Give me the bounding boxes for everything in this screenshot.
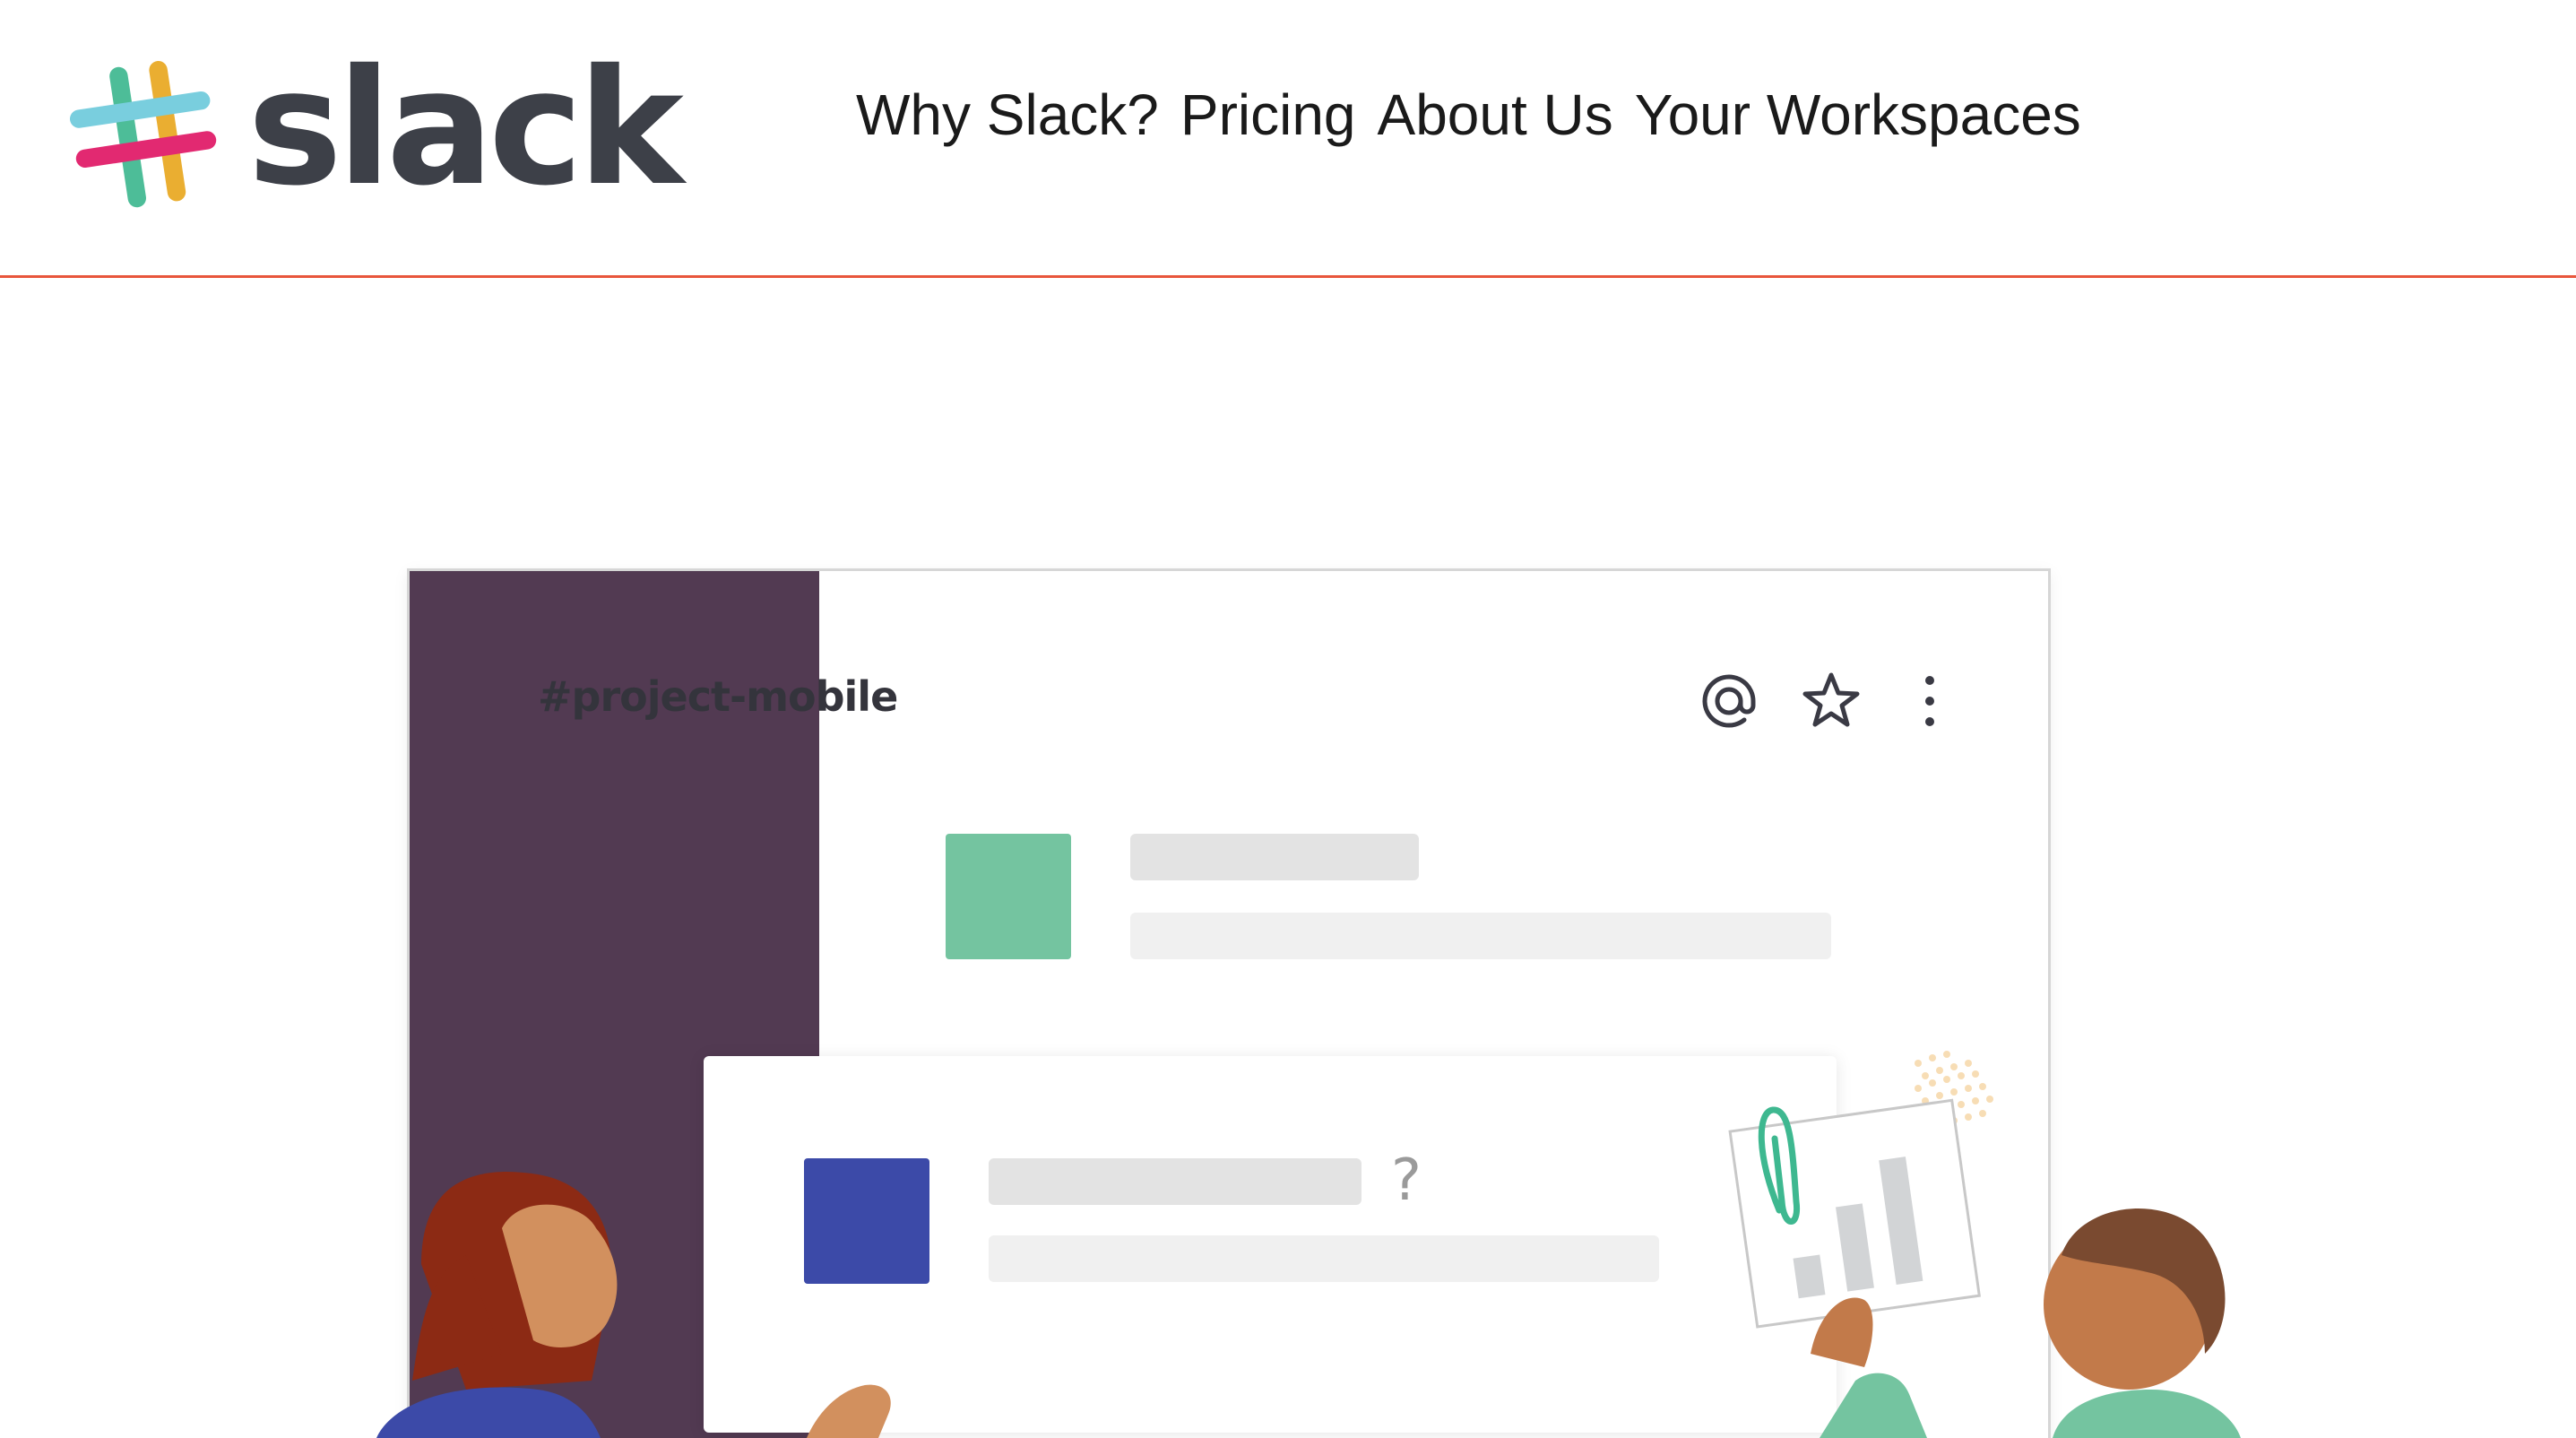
nav-link-pricing[interactable]: Pricing [1180,79,1356,151]
question-mark: ? [1391,1148,1422,1214]
at-icon [1693,665,1765,737]
slack-logo-link[interactable]: slack [70,48,684,215]
page: slack Why Slack? Pricing About Us Your W… [0,0,2576,1438]
message-text-placeholder [989,1235,1659,1282]
hero-illustration: #project-mobile ? [0,278,2576,1438]
slack-wordmark: slack [247,35,684,221]
message-text-placeholder [1130,913,1831,959]
more-vertical-icon [1894,665,1966,737]
star-icon [1795,665,1867,737]
message-author-placeholder [989,1158,1361,1205]
nav-link-about-us[interactable]: About Us [1378,79,1613,151]
message-avatar [946,834,1071,959]
message-author-placeholder [1130,834,1419,880]
main-nav: Why Slack? Pricing About Us Your Workspa… [856,79,2081,151]
nav-link-why-slack[interactable]: Why Slack? [856,79,1159,151]
nav-link-your-workspaces[interactable]: Your Workspaces [1635,79,2081,151]
message-avatar [804,1158,929,1284]
site-header: slack Why Slack? Pricing About Us Your W… [0,0,2576,278]
slack-hash-logo-icon [70,61,217,208]
channel-name: #project-mobile [538,672,898,721]
